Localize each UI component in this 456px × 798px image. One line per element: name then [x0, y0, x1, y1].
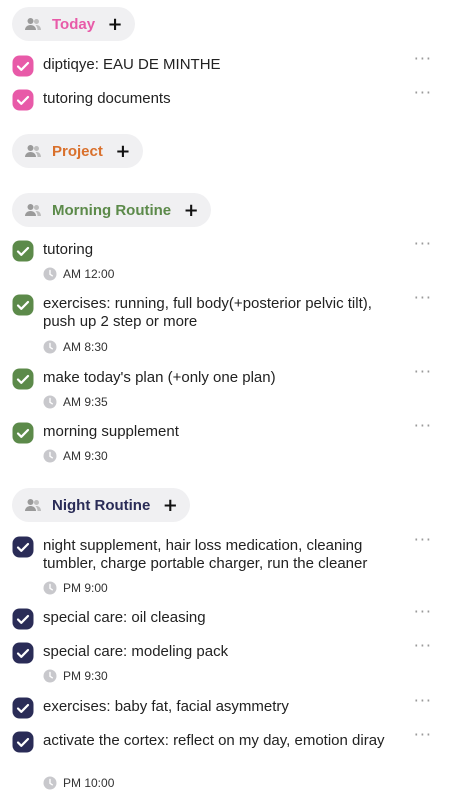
more-icon[interactable]: ··· — [414, 83, 432, 102]
more-icon[interactable]: ··· — [414, 636, 432, 655]
clock-icon — [43, 267, 57, 281]
more-icon[interactable]: ··· — [414, 691, 432, 710]
check-icon[interactable] — [12, 294, 34, 316]
group-title: Night Routine — [52, 496, 151, 514]
time-label: PM 9:30 — [63, 669, 108, 683]
plus-icon[interactable]: + — [181, 200, 201, 221]
clock-icon — [43, 340, 57, 354]
check-icon[interactable] — [12, 89, 34, 111]
more-icon[interactable]: ··· — [414, 530, 432, 549]
more-icon[interactable]: ··· — [414, 288, 432, 307]
more-icon[interactable]: ··· — [414, 725, 432, 744]
task-text[interactable]: special care: modeling pack — [43, 643, 399, 661]
plus-icon[interactable]: + — [113, 141, 133, 162]
plus-icon[interactable]: + — [160, 495, 180, 516]
people-icon — [25, 145, 41, 157]
group-header-today[interactable]: Today + — [12, 7, 136, 41]
group-title: Morning Routine — [52, 201, 172, 219]
time-label: AM 9:30 — [63, 449, 108, 463]
clock-icon — [43, 581, 57, 595]
check-icon[interactable] — [12, 422, 34, 444]
task-text[interactable]: make today's plan (+only one plan) — [43, 369, 399, 387]
task-time: AM 9:30 — [43, 449, 108, 463]
task-time: AM 9:35 — [43, 395, 108, 409]
check-icon[interactable] — [12, 240, 34, 262]
check-icon[interactable] — [12, 536, 34, 558]
check-icon[interactable] — [12, 55, 34, 77]
time-label: AM 12:00 — [63, 267, 115, 281]
task-text[interactable]: tutoring — [43, 241, 399, 259]
task-text[interactable]: night supplement, hair loss medication, … — [43, 537, 399, 573]
clock-icon — [43, 449, 57, 463]
task-text[interactable]: morning supplement — [43, 423, 399, 441]
task-text[interactable]: tutoring documents — [43, 90, 399, 108]
group-header-night-routine[interactable]: Night Routine + — [12, 488, 191, 522]
group-header-morning-routine[interactable]: Morning Routine + — [12, 193, 212, 227]
task-time: AM 8:30 — [43, 340, 108, 354]
task-text[interactable]: diptiqye: EAU DE MINTHE — [43, 56, 399, 74]
more-icon[interactable]: ··· — [414, 602, 432, 621]
task-time: PM 10:00 — [43, 776, 114, 790]
time-label: AM 8:30 — [63, 340, 108, 354]
task-time: PM 9:00 — [43, 581, 108, 595]
group-title: Today — [52, 15, 96, 33]
task-text[interactable]: activate the cortex: reflect on my day, … — [43, 732, 399, 750]
group-header-project[interactable]: Project + — [12, 134, 143, 168]
task-time: AM 12:00 — [43, 267, 114, 281]
task-text[interactable]: exercises: running, full body(+posterior… — [43, 295, 399, 331]
time-label: PM 9:00 — [63, 581, 108, 595]
people-icon — [25, 204, 41, 216]
plus-icon[interactable]: + — [105, 14, 125, 35]
check-icon[interactable] — [12, 608, 34, 630]
check-icon[interactable] — [12, 642, 34, 664]
task-text[interactable]: exercises: baby fat, facial asymmetry — [43, 698, 399, 716]
clock-icon — [43, 776, 57, 790]
group-title: Project — [52, 142, 103, 160]
clock-icon — [43, 669, 57, 683]
check-icon[interactable] — [12, 697, 34, 719]
time-label: AM 9:35 — [63, 395, 108, 409]
more-icon[interactable]: ··· — [414, 49, 432, 68]
task-time: PM 9:30 — [43, 669, 108, 683]
more-icon[interactable]: ··· — [414, 362, 432, 381]
task-text[interactable]: special care: oil cleasing — [43, 609, 399, 627]
clock-icon — [43, 395, 57, 409]
check-icon[interactable] — [12, 731, 34, 753]
check-icon[interactable] — [12, 368, 34, 390]
time-label: PM 10:00 — [63, 776, 115, 790]
people-icon — [25, 18, 41, 30]
people-icon — [25, 499, 41, 511]
more-icon[interactable]: ··· — [414, 234, 432, 253]
more-icon[interactable]: ··· — [414, 416, 432, 435]
